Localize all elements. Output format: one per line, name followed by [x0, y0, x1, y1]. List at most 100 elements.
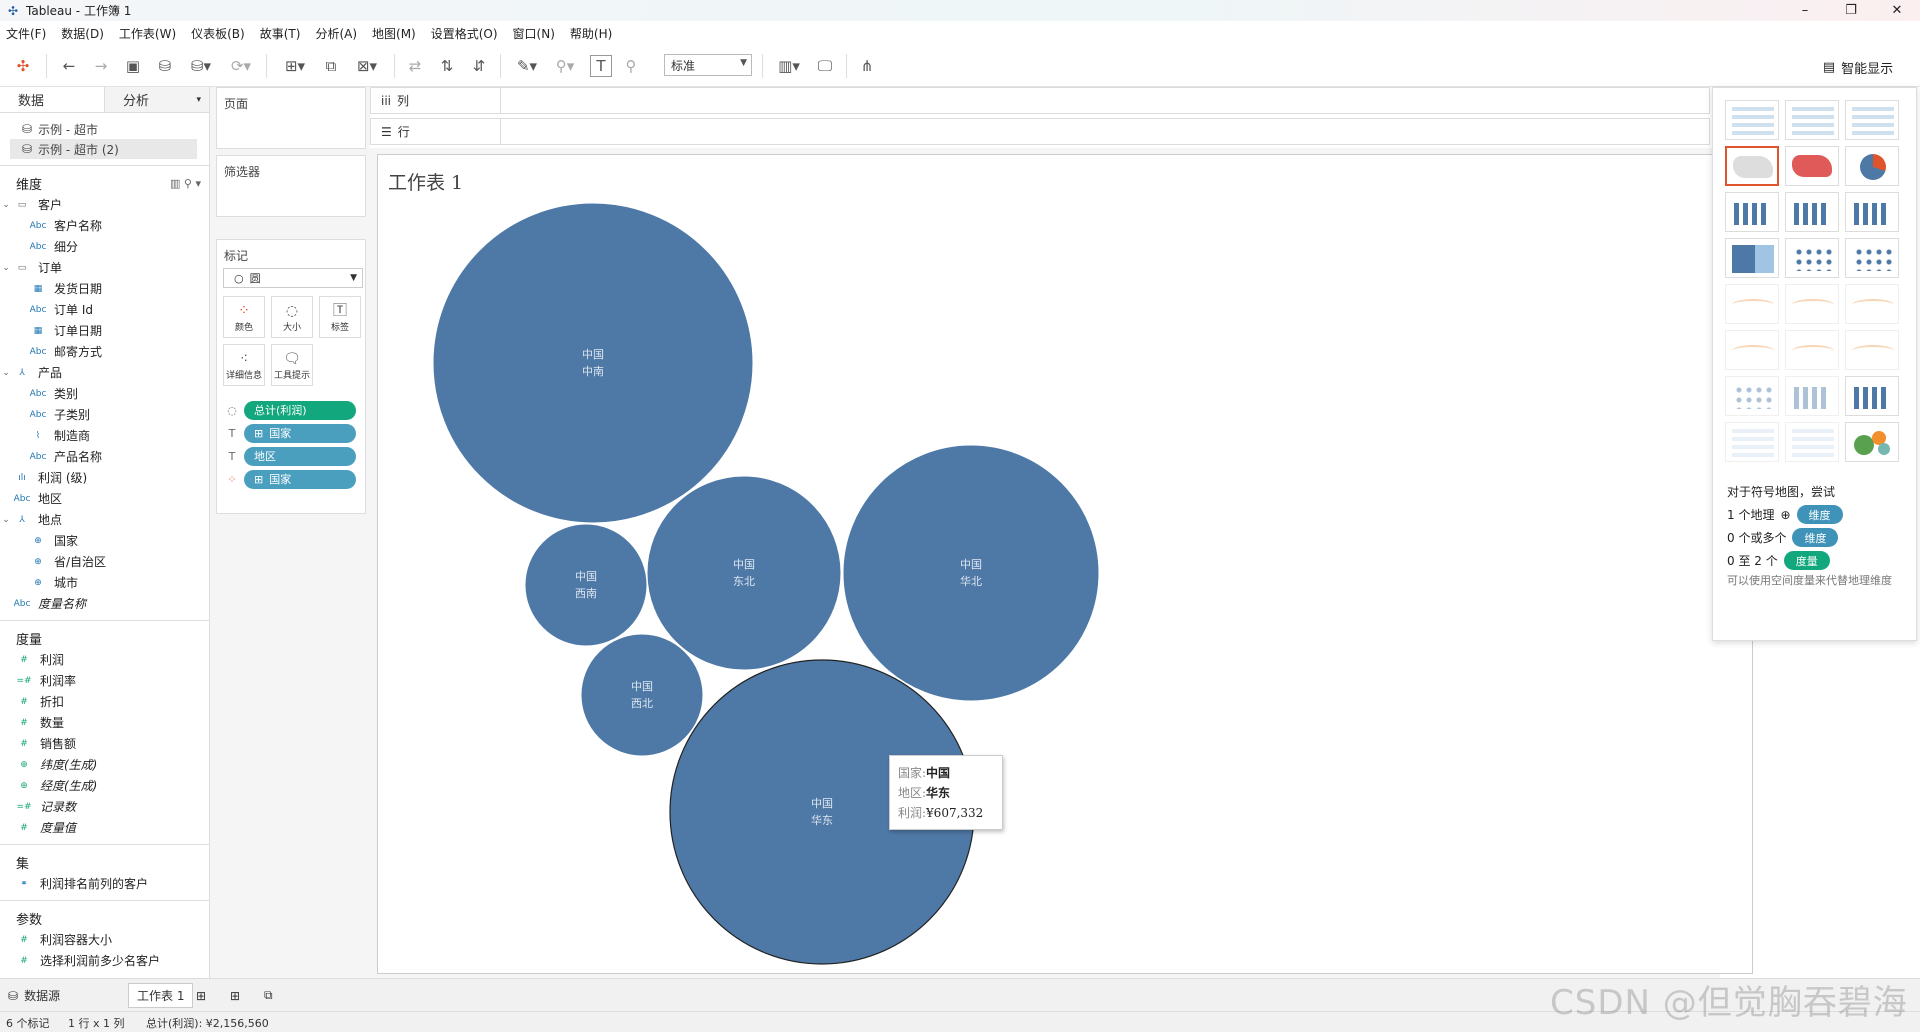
color-button[interactable]: ⁘ 颜色: [223, 296, 265, 338]
sort-ascending-icon[interactable]: ⇅: [436, 55, 458, 77]
menu-data[interactable]: 数据(D): [61, 25, 104, 42]
field-item[interactable]: # 销售额: [0, 733, 209, 754]
menu-file[interactable]: 文件(F): [6, 25, 46, 42]
mark-type-select[interactable]: ○ 圆 ▼: [223, 268, 363, 288]
dual-combination-icon[interactable]: [1845, 330, 1899, 370]
tab-analysis[interactable]: 分析 ▾: [104, 87, 209, 112]
label-button[interactable]: 🅃 标签: [319, 296, 361, 338]
fix-axes-icon[interactable]: ⚲: [620, 55, 642, 77]
dual-lines-icon[interactable]: [1845, 284, 1899, 324]
menu-worksheet[interactable]: 工作表(W): [119, 25, 176, 42]
area-discrete-icon[interactable]: [1785, 330, 1839, 370]
horizontal-bars-icon[interactable]: [1725, 192, 1779, 232]
region-pill[interactable]: 地区: [244, 446, 356, 466]
menu-map[interactable]: 地图(M): [372, 25, 416, 42]
profit-sum-pill[interactable]: 总计(利润): [244, 400, 356, 420]
new-worksheet-icon[interactable]: ⊞: [196, 983, 206, 1008]
country-color-pill[interactable]: ⊞ 国家: [244, 469, 356, 489]
treemap-icon[interactable]: [1725, 238, 1779, 278]
tab-data[interactable]: 数据: [0, 87, 104, 112]
field-item[interactable]: =# 记录数: [0, 796, 209, 817]
smart-show-button[interactable]: ▤ 智能显示: [1806, 49, 1910, 85]
minimize-icon[interactable]: –: [1782, 0, 1828, 21]
symbol-map-icon[interactable]: [1725, 146, 1779, 186]
set-item[interactable]: ⚭ 利润排名前列的客户: [0, 873, 209, 894]
field-item[interactable]: ▦ 发货日期: [0, 278, 209, 299]
field-item[interactable]: Abc 邮寄方式: [0, 341, 209, 362]
new-dashboard-icon[interactable]: ⊞: [230, 983, 240, 1008]
group-members-icon[interactable]: ⚲▾: [550, 55, 580, 77]
param-item[interactable]: # 利润容器大小: [0, 929, 209, 950]
stacked-bars-icon[interactable]: [1785, 192, 1839, 232]
datasource-item-selected[interactable]: ⛁ 示例 - 超市 (2): [10, 139, 197, 159]
side-by-side-bars-icon[interactable]: [1845, 192, 1899, 232]
sheet-tab[interactable]: 工作表 1: [128, 983, 194, 1008]
field-item[interactable]: Abc 类别: [0, 383, 209, 404]
menu-story[interactable]: 故事(T): [260, 25, 301, 42]
new-story-icon[interactable]: ⧉: [264, 983, 273, 1008]
tooltip-button[interactable]: 🗨 工具提示: [271, 344, 313, 386]
redo-icon[interactable]: →: [90, 55, 112, 77]
side-by-side-circles-icon[interactable]: [1845, 238, 1899, 278]
bubble-西北[interactable]: [580, 633, 704, 757]
field-item[interactable]: Abc 产品名称: [0, 446, 209, 467]
highlight-icon[interactable]: ✎▾: [512, 55, 542, 77]
field-item[interactable]: Abc 细分: [0, 236, 209, 257]
circle-views-icon[interactable]: [1785, 238, 1839, 278]
text-table-icon[interactable]: [1725, 100, 1779, 140]
bubble-东北[interactable]: [646, 475, 842, 671]
field-item[interactable]: ⊕ 城市: [0, 572, 209, 593]
pie-chart-icon[interactable]: [1845, 146, 1899, 186]
menu-help[interactable]: 帮助(H): [570, 25, 612, 42]
area-continuous-icon[interactable]: [1725, 330, 1779, 370]
field-item[interactable]: Abc 客户名称: [0, 215, 209, 236]
folder-product[interactable]: ⌄ ⅄ 产品: [0, 362, 209, 383]
gantt-chart-icon[interactable]: [1725, 422, 1779, 462]
clear-sheet-icon[interactable]: ⊠▾: [350, 55, 384, 77]
field-item[interactable]: ⊕ 国家: [0, 530, 209, 551]
histogram-icon[interactable]: [1785, 376, 1839, 416]
field-item[interactable]: Abc 地区: [0, 488, 209, 509]
field-item[interactable]: ⊕ 经度(生成): [0, 775, 209, 796]
menu-analysis[interactable]: 分析(A): [315, 25, 357, 42]
field-item[interactable]: # 数量: [0, 712, 209, 733]
box-whisker-icon[interactable]: [1845, 376, 1899, 416]
field-item[interactable]: ⊕ 省/自治区: [0, 551, 209, 572]
country-pill[interactable]: ⊞ 国家: [244, 423, 356, 443]
scatter-plot-icon[interactable]: [1725, 376, 1779, 416]
rows-shelf[interactable]: ☰ 行: [370, 118, 1710, 145]
field-item[interactable]: ▦ 订单日期: [0, 320, 209, 341]
bubble-华北[interactable]: [842, 444, 1100, 702]
datasource-item[interactable]: ⛁ 示例 - 超市: [0, 119, 209, 139]
field-item[interactable]: Abc 度量名称: [0, 593, 209, 614]
bubble-西南[interactable]: [524, 523, 648, 647]
pause-updates-icon[interactable]: ⛁▾: [186, 55, 216, 77]
pages-card[interactable]: 页面: [216, 87, 366, 149]
sort-descending-icon[interactable]: ⇵: [468, 55, 490, 77]
tableau-start-icon[interactable]: ✣: [12, 55, 34, 77]
lines-discrete-icon[interactable]: [1785, 284, 1839, 324]
presentation-mode-icon[interactable]: 🖵: [814, 55, 836, 77]
field-item[interactable]: # 折扣: [0, 691, 209, 712]
share-icon[interactable]: ⋔: [856, 55, 878, 77]
datasource-tab[interactable]: ⛁ 数据源: [8, 983, 60, 1008]
menu-dashboard[interactable]: 仪表板(B): [191, 25, 245, 42]
folder-location[interactable]: ⌄ ⅄ 地点: [0, 509, 209, 530]
detail-button[interactable]: ⁖ 详细信息: [223, 344, 265, 386]
menu-window[interactable]: 窗口(N): [513, 25, 555, 42]
packed-bubbles-icon[interactable]: [1845, 422, 1899, 462]
swap-rows-columns-icon[interactable]: ⇄: [404, 55, 426, 77]
field-item[interactable]: # 利润: [0, 649, 209, 670]
lines-continuous-icon[interactable]: [1725, 284, 1779, 324]
new-worksheet-icon[interactable]: ⊞▾: [278, 55, 312, 77]
field-item[interactable]: ⌇ 制造商: [0, 425, 209, 446]
field-item[interactable]: ⊕ 纬度(生成): [0, 754, 209, 775]
bubble-chart[interactable]: 中国中南中国西南中国东北中国华北中国西北中国华东: [377, 154, 1753, 974]
refresh-icon[interactable]: ⟳▾: [226, 55, 256, 77]
fit-select[interactable]: 标准 ▼: [664, 54, 752, 76]
field-item[interactable]: ılı 利润 (级): [0, 467, 209, 488]
filters-card[interactable]: 筛选器: [216, 155, 366, 217]
show-mark-labels-icon[interactable]: T: [590, 55, 612, 77]
undo-icon[interactable]: ←: [58, 55, 80, 77]
field-item[interactable]: Abc 子类别: [0, 404, 209, 425]
